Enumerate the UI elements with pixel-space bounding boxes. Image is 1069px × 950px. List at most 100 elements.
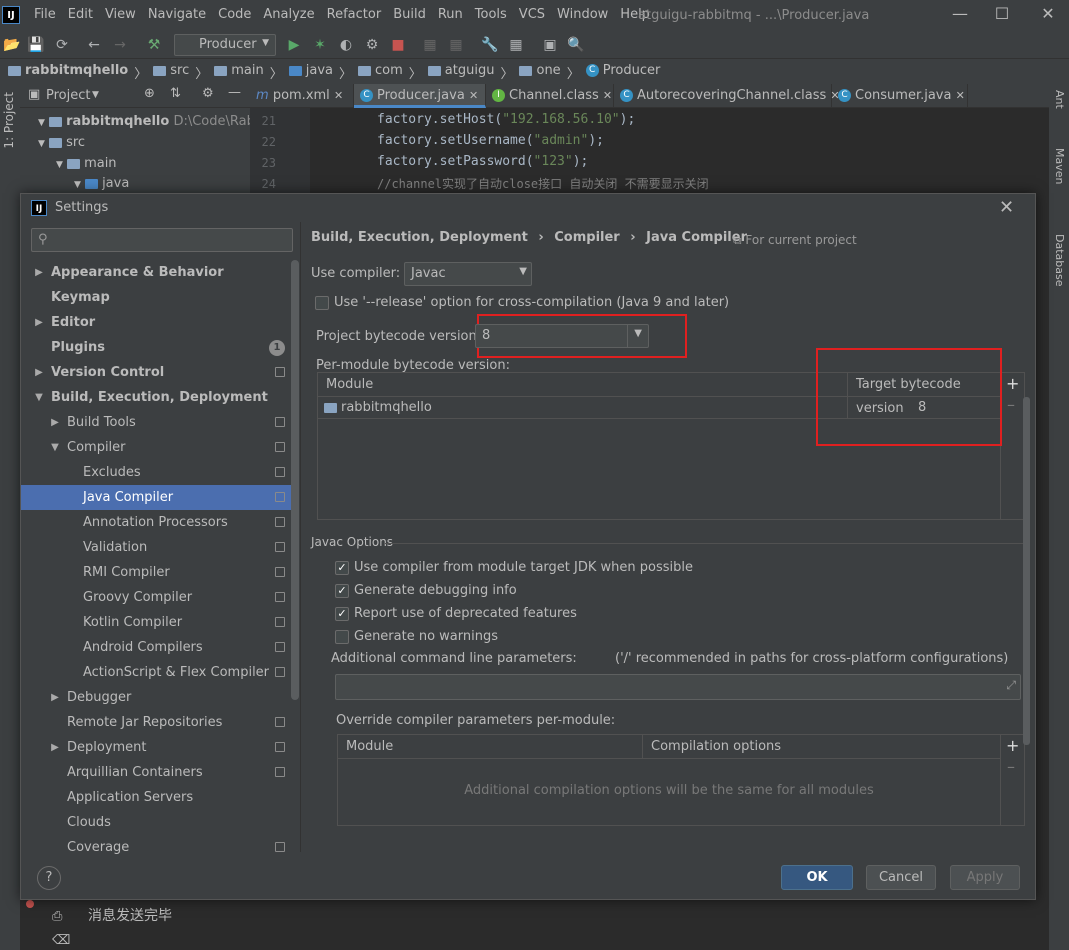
use-compiler-select[interactable]: Javac ▼	[404, 262, 532, 286]
settings-item-coverage[interactable]: Coverage	[21, 835, 299, 854]
menu-analyze[interactable]: Analyze	[263, 7, 314, 22]
opt-module-jdk-checkbox[interactable]: ✓	[335, 561, 349, 575]
print-icon[interactable]: ⎙	[52, 909, 62, 924]
run-icon[interactable]: ▶	[284, 35, 304, 55]
column-module[interactable]: Module	[326, 373, 373, 397]
tab-autorecovering-channel[interactable]: C AutorecoveringChannel.class ✕	[614, 84, 840, 108]
run-configuration-select[interactable]: Producer ▼	[174, 34, 276, 56]
stop-icon[interactable]: ■	[388, 35, 408, 55]
code-comment-line[interactable]: //channel实现了自动close接口 自动关闭 不需要显示关闭	[377, 175, 709, 192]
settings-search-input[interactable]: ⚲	[31, 228, 293, 252]
crumb-producer[interactable]: C Producer	[585, 63, 660, 82]
tree-item-rabbitmqhello[interactable]: ▼ rabbitmqhello D:\Code\RabbitM	[38, 114, 283, 129]
project-tool-window-button[interactable]: 1: Project	[2, 92, 16, 149]
menu-edit[interactable]: Edit	[68, 7, 93, 22]
collapse-icon[interactable]: ⇅	[170, 86, 181, 101]
minimize-icon[interactable]: —	[940, 4, 980, 23]
menu-file[interactable]: File	[34, 7, 56, 22]
remove-icon[interactable]: –	[1007, 757, 1015, 776]
opt-debug-info-checkbox[interactable]: ✓	[335, 584, 349, 598]
maven-tool-window-button[interactable]: Maven	[1053, 148, 1066, 184]
terminal-icon[interactable]: ▣	[540, 35, 560, 55]
chevron-right-icon[interactable]: ▶	[49, 410, 61, 435]
crumb-java[interactable]: java	[288, 63, 333, 82]
sync-icon[interactable]: ⟳	[52, 35, 72, 55]
menu-code[interactable]: Code	[218, 7, 251, 22]
content-scrollbar[interactable]	[1023, 397, 1030, 745]
column-module[interactable]: Module	[346, 735, 393, 759]
maximize-icon[interactable]: ☐	[982, 4, 1022, 23]
add-icon[interactable]: +	[1006, 374, 1019, 393]
settings-item-build-execution-deployment[interactable]: ▼ Build, Execution, Deployment	[21, 385, 299, 410]
search-icon[interactable]: 🔍	[566, 35, 586, 55]
settings-item-appearance-behavior[interactable]: ▶ Appearance & Behavior	[21, 260, 299, 285]
coverage-icon[interactable]: ◐	[336, 35, 356, 55]
close-icon[interactable]: ✕	[469, 89, 478, 102]
menu-refactor[interactable]: Refactor	[327, 7, 382, 22]
menu-vcs[interactable]: VCS	[519, 7, 545, 22]
settings-item-android-compilers[interactable]: Android Compilers	[21, 635, 299, 660]
menu-build[interactable]: Build	[393, 7, 426, 22]
settings-item-clouds[interactable]: Clouds	[21, 810, 299, 835]
profile-icon[interactable]: ⚙	[362, 35, 382, 55]
menu-view[interactable]: View	[105, 7, 136, 22]
help-button[interactable]: ?	[37, 866, 61, 890]
chevron-down-icon[interactable]: ▼	[33, 385, 45, 410]
expand-icon[interactable]: ⤢	[1006, 678, 1016, 693]
tree-scrollbar[interactable]	[291, 260, 299, 700]
tree-item-java[interactable]: ▼ java	[74, 176, 129, 191]
ant-tool-window-button[interactable]: Ant	[1053, 90, 1066, 109]
hide-icon[interactable]: —	[228, 85, 241, 100]
settings-item-deployment[interactable]: ▶ Deployment	[21, 735, 299, 760]
settings-item-actionscript-flex-compiler[interactable]: ActionScript & Flex Compiler	[21, 660, 299, 685]
code-line[interactable]: factory.setHost("192.168.56.10");	[377, 112, 635, 127]
crumb-src[interactable]: src	[153, 63, 189, 82]
chevron-right-icon[interactable]: ▶	[49, 685, 61, 710]
chevron-right-icon[interactable]: ▶	[33, 260, 45, 285]
project-view-select[interactable]: Project	[46, 88, 90, 103]
apply-button[interactable]: Apply	[950, 865, 1020, 890]
open-folder-icon[interactable]: 📂	[2, 35, 22, 55]
back-arrow-icon[interactable]: ←	[84, 35, 104, 55]
opt-no-warnings-checkbox[interactable]	[335, 630, 349, 644]
add-icon[interactable]: +	[1006, 736, 1019, 755]
forward-arrow-icon[interactable]: →	[110, 35, 130, 55]
settings-item-kotlin-compiler[interactable]: Kotlin Compiler	[21, 610, 299, 635]
settings-item-validation[interactable]: Validation	[21, 535, 299, 560]
settings-item-version-control[interactable]: ▶ Version Control	[21, 360, 299, 385]
menu-run[interactable]: Run	[438, 7, 463, 22]
column-compilation-options[interactable]: Compilation options	[651, 735, 781, 759]
chevron-right-icon[interactable]: ▶	[49, 735, 61, 760]
chevron-right-icon[interactable]: ▶	[33, 310, 45, 335]
crumb-rabbitmqhello[interactable]: rabbitmqhello	[8, 63, 128, 82]
remove-icon[interactable]: –	[1007, 395, 1015, 414]
project-structure-icon[interactable]: ▦	[506, 35, 526, 55]
database-tool-window-button[interactable]: Database	[1053, 234, 1066, 287]
attach-icon[interactable]: ▦	[420, 35, 440, 55]
tab-pom-xml[interactable]: m pom.xml ✕	[250, 84, 354, 108]
close-icon[interactable]: ✕	[334, 89, 343, 102]
settings-item-compiler[interactable]: ▼ Compiler	[21, 435, 299, 460]
settings-item-editor[interactable]: ▶ Editor	[21, 310, 299, 335]
crumb-one[interactable]: one	[519, 63, 561, 82]
chevron-down-icon[interactable]: ▼	[49, 435, 61, 460]
settings-item-arquillian-containers[interactable]: Arquillian Containers	[21, 760, 299, 785]
trash-icon[interactable]: ⌫	[52, 933, 70, 948]
code-line[interactable]: factory.setUsername("admin");	[377, 133, 604, 148]
settings-item-plugins[interactable]: Plugins 1	[21, 335, 299, 360]
crumb-com[interactable]: com	[358, 63, 403, 82]
debug-bug-icon[interactable]: ✶	[310, 35, 330, 55]
vcs-icon[interactable]: ▦	[446, 35, 466, 55]
settings-item-debugger[interactable]: ▶ Debugger	[21, 685, 299, 710]
cancel-button[interactable]: Cancel	[866, 865, 936, 890]
menu-navigate[interactable]: Navigate	[148, 7, 206, 22]
menu-tools[interactable]: Tools	[475, 7, 507, 22]
ok-button[interactable]: OK	[781, 865, 853, 890]
settings-item-excludes[interactable]: Excludes	[21, 460, 299, 485]
settings-item-application-servers[interactable]: Application Servers	[21, 785, 299, 810]
settings-item-rmi-compiler[interactable]: RMI Compiler	[21, 560, 299, 585]
crumb-main[interactable]: main	[214, 63, 264, 82]
settings-item-java-compiler[interactable]: Java Compiler	[21, 485, 299, 510]
close-icon[interactable]: ✕	[956, 89, 965, 102]
opt-deprecated-checkbox[interactable]: ✓	[335, 607, 349, 621]
